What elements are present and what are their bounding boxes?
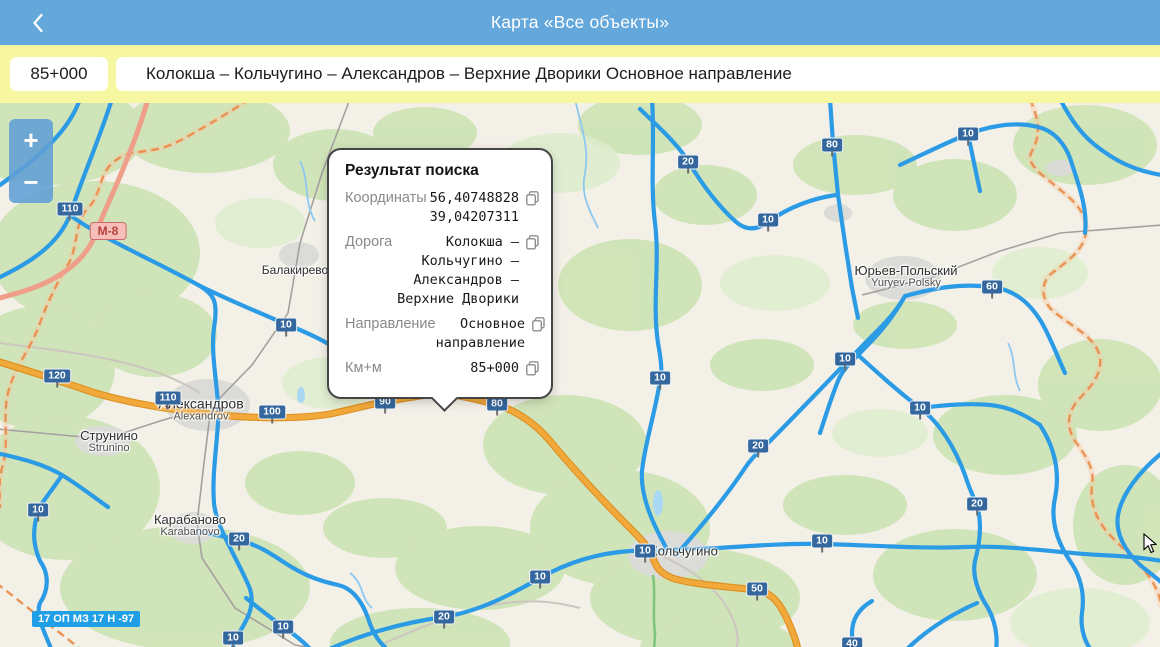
popup-row-road: Дорога Колокша – Кольчугино – Александро… — [345, 233, 539, 309]
town-label: Юрьев-ПольскийYuryev-Polsky — [855, 264, 958, 289]
km-badge: 110 — [57, 202, 84, 217]
km-badge: 10 — [957, 127, 979, 142]
map-overlays: АлександровAlexandrovСтруниноStruninoКар… — [0, 103, 1160, 647]
row-value: Колокша – Кольчугино – Александров – Вер… — [392, 233, 519, 309]
km-badge: 10 — [909, 401, 931, 416]
km-badge: 20 — [433, 610, 455, 625]
town-label: СтруниноStrunino — [80, 429, 138, 454]
km-badge: 20 — [747, 439, 769, 454]
search-bar: 85+000 Колокша – Кольчугино – Александро… — [0, 45, 1160, 103]
row-label: Координаты — [345, 189, 427, 208]
zoom-in-button[interactable]: + — [9, 119, 53, 161]
town-label: КарабановоKarabanovo — [154, 513, 226, 538]
road-code-badge: 17 ОП МЗ 17 Н -97 — [32, 611, 140, 627]
km-badge: 10 — [222, 631, 244, 646]
km-badge: 10 — [529, 570, 551, 585]
km-badge: 100 — [258, 405, 286, 420]
km-badge: 20 — [966, 497, 988, 512]
road-input[interactable]: Колокша – Кольчугино – Александров – Вер… — [116, 57, 1160, 91]
popup-row-direction: Направление Основное направление — [345, 315, 539, 353]
km-badge: 10 — [275, 318, 297, 333]
search-result-popup: Результат поиска Координаты 56,40748828 … — [327, 148, 553, 399]
popup-title: Результат поиска — [345, 162, 539, 180]
copy-icon[interactable] — [526, 235, 539, 255]
km-badge: 110 — [155, 391, 182, 406]
route-shield-m8: М-8 — [90, 222, 127, 240]
mouse-cursor-icon — [1143, 533, 1157, 559]
row-value: 85+000 — [382, 359, 519, 378]
chevron-left-icon — [32, 13, 44, 33]
km-badge: 10 — [834, 352, 856, 367]
copy-icon[interactable] — [526, 361, 539, 381]
km-badge: 10 — [757, 213, 779, 228]
km-badge: 10 — [811, 534, 833, 549]
km-badge: 80 — [821, 138, 843, 153]
app-header: Карта «Все объекты» — [0, 0, 1160, 45]
town-label: Балакирево — [262, 264, 328, 277]
copy-icon[interactable] — [532, 317, 545, 337]
km-badge: 20 — [677, 155, 699, 170]
row-value: Основное направление — [436, 315, 525, 353]
row-label: Дорога — [345, 233, 392, 252]
zoom-out-button[interactable]: − — [9, 161, 53, 203]
zoom-control: + − — [9, 119, 53, 203]
row-label: Км+м — [345, 359, 382, 378]
row-label: Направление — [345, 315, 436, 334]
km-badge: 10 — [272, 620, 294, 635]
page-title: Карта «Все объекты» — [491, 12, 669, 33]
km-badge: 10 — [27, 503, 49, 518]
back-button[interactable] — [18, 0, 58, 45]
copy-icon[interactable] — [526, 191, 539, 211]
town-label: Кольчугино — [650, 544, 718, 558]
km-badge: 40 — [841, 637, 863, 647]
popup-row-km: Км+м 85+000 — [345, 359, 539, 381]
km-input[interactable]: 85+000 — [10, 57, 108, 91]
km-badge: 50 — [746, 582, 768, 597]
km-badge: 60 — [981, 280, 1003, 295]
popup-row-coordinates: Координаты 56,40748828 39,04207311 — [345, 189, 539, 227]
km-badge: 10 — [634, 544, 656, 559]
km-badge: 20 — [228, 532, 250, 547]
map-canvas[interactable]: АлександровAlexandrovСтруниноStruninoКар… — [0, 103, 1160, 647]
row-value: 56,40748828 39,04207311 — [427, 189, 519, 227]
km-badge: 120 — [43, 369, 71, 384]
km-badge: 10 — [649, 371, 671, 386]
